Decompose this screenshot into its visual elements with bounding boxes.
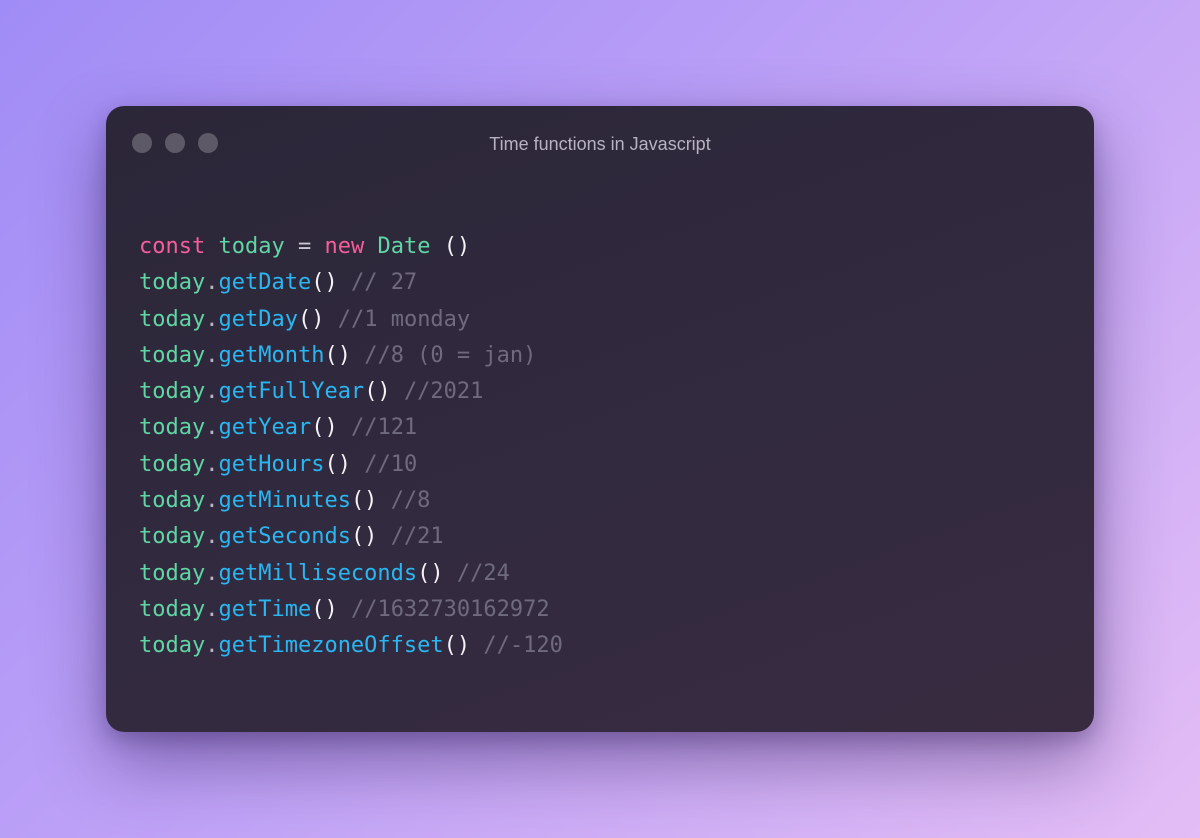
object-name: today xyxy=(139,488,206,514)
code-block: const today = new Date () today.getDate()… xyxy=(139,229,563,665)
method-name: getDay xyxy=(218,306,298,332)
object-name: today xyxy=(139,270,206,296)
code-line-call: today.getFullYear() //2021 xyxy=(139,374,563,410)
object-name: today xyxy=(139,342,206,368)
method-name: getMilliseconds xyxy=(218,560,418,586)
call-parens: () xyxy=(311,596,351,622)
object-name: today xyxy=(139,451,206,477)
object-name: today xyxy=(139,524,206,550)
code-window: Time functions in Javascript const today… xyxy=(106,106,1094,732)
call-parens: () xyxy=(443,633,484,659)
member-access-dot: . xyxy=(205,488,219,514)
keyword-const: const xyxy=(139,234,206,259)
call-parens: () xyxy=(417,560,457,586)
code-comment: //121 xyxy=(350,415,418,441)
constructor-parens: () xyxy=(430,234,471,259)
member-access-dot: . xyxy=(205,270,219,296)
method-name: getDate xyxy=(218,270,312,296)
code-line-call: today.getMonth() //8 (0 = jan) xyxy=(139,338,563,374)
call-parens: () xyxy=(364,379,404,405)
call-parens: () xyxy=(350,524,391,550)
member-access-dot: . xyxy=(205,379,219,405)
code-comment: //10 xyxy=(364,451,418,477)
code-line-call: today.getYear() //121 xyxy=(139,410,563,446)
assign-operator: = xyxy=(297,234,312,259)
code-comment: //24 xyxy=(456,560,510,586)
code-line-call: today.getMilliseconds() //24 xyxy=(139,556,563,592)
call-parens: () xyxy=(324,451,365,477)
code-comment: //1632730162972 xyxy=(350,596,550,622)
call-parens: () xyxy=(311,270,351,296)
method-name: getTime xyxy=(218,596,312,622)
method-name: getTimezoneOffset xyxy=(218,633,444,659)
method-name: getHours xyxy=(218,451,325,477)
method-name: getFullYear xyxy=(218,379,365,405)
code-comment: //-120 xyxy=(483,633,563,659)
code-comment: //21 xyxy=(390,524,444,550)
variable-name: today xyxy=(218,234,285,259)
member-access-dot: . xyxy=(205,633,219,659)
code-line-call: today.getDate() // 27 xyxy=(139,265,563,301)
method-name: getMonth xyxy=(218,342,325,368)
call-parens: () xyxy=(311,415,351,441)
method-name: getMinutes xyxy=(218,488,351,514)
keyword-new: new xyxy=(324,234,365,259)
object-name: today xyxy=(139,596,206,622)
method-name: getSeconds xyxy=(218,524,351,550)
class-name: Date xyxy=(377,234,431,259)
code-comment: //8 xyxy=(390,488,431,514)
method-name: getYear xyxy=(218,415,312,441)
window-titlebar: Time functions in Javascript xyxy=(106,106,1094,182)
code-comment: //2021 xyxy=(403,379,484,405)
object-name: today xyxy=(139,306,206,332)
call-parens: () xyxy=(324,342,365,368)
code-line-call: today.getTimezoneOffset() //-120 xyxy=(139,628,563,664)
window-title: Time functions in Javascript xyxy=(489,134,711,154)
code-comment: //1 monday xyxy=(337,306,471,332)
object-name: today xyxy=(139,415,206,441)
code-line-call: today.getSeconds() //21 xyxy=(139,519,563,555)
member-access-dot: . xyxy=(205,524,219,550)
code-line-call: today.getTime() //1632730162972 xyxy=(139,592,563,628)
member-access-dot: . xyxy=(205,415,219,441)
code-line-declaration: const today = new Date () xyxy=(139,229,563,265)
call-parens: () xyxy=(350,488,391,514)
member-access-dot: . xyxy=(205,451,219,477)
object-name: today xyxy=(139,633,206,659)
member-access-dot: . xyxy=(205,596,219,622)
code-line-call: today.getMinutes() //8 xyxy=(139,483,563,519)
method-calls: today.getDate() // 27 today.getDay() //1 … xyxy=(139,265,563,664)
member-access-dot: . xyxy=(205,560,219,586)
code-comment: // 27 xyxy=(350,270,418,296)
code-line-call: today.getDay() //1 monday xyxy=(139,302,563,338)
call-parens: () xyxy=(297,306,338,332)
object-name: today xyxy=(139,379,206,405)
member-access-dot: . xyxy=(205,342,219,368)
code-comment: //8 (0 = jan) xyxy=(364,342,537,368)
member-access-dot: . xyxy=(205,306,219,332)
object-name: today xyxy=(139,560,206,586)
code-line-call: today.getHours() //10 xyxy=(139,447,563,483)
